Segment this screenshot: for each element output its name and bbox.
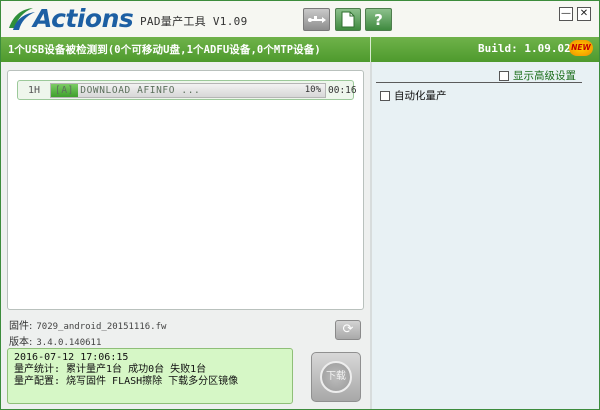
- advanced-settings-label: 显示高级设置: [513, 70, 576, 82]
- version-row: 版本: 3.4.0.140611: [9, 333, 101, 348]
- new-badge: NEW: [569, 40, 593, 56]
- auto-production-option[interactable]: 自动化量产: [380, 88, 447, 103]
- device-port: 1H: [27, 85, 41, 96]
- firmware-row: 固件: 7029_android_20151116.fw: [9, 317, 166, 332]
- settings-panel: 显示高级设置 自动化量产: [372, 62, 599, 409]
- firmware-label: 固件:: [9, 321, 33, 332]
- refresh-button[interactable]: ⟳: [335, 320, 361, 340]
- download-icon: 下载: [320, 361, 352, 393]
- close-button[interactable]: ✕: [577, 7, 591, 21]
- progress-percent: 10%: [304, 85, 321, 95]
- left-panel: 1H [A] DOWNLOAD AFINFO ... 10% 00:16 固件:…: [1, 62, 370, 409]
- log-timestamp: 2016-07-12 17:06:15: [14, 352, 129, 363]
- logo-swoosh-icon: [7, 6, 37, 32]
- app-subtitle: PAD量产工具 V1.09: [140, 15, 248, 28]
- log-panel: 2016-07-12 17:06:15 量产统计: 累计量产1台 成功0台 失败…: [7, 348, 293, 404]
- refresh-icon: ⟳: [342, 322, 354, 337]
- device-summary: 1个USB设备被检测到(0个可移动U盘,1个ADFU设备,0个MTP设备): [8, 44, 321, 56]
- start-download-button[interactable]: 下载: [311, 352, 361, 402]
- title-bar: Actions PAD量产工具 V1.09 ? — ✕: [1, 1, 599, 37]
- logo-text: Actions: [33, 4, 134, 33]
- document-icon: [341, 11, 355, 28]
- device-list: 1H [A] DOWNLOAD AFINFO ... 10% 00:16: [7, 70, 364, 310]
- minimize-button[interactable]: —: [559, 7, 573, 21]
- advanced-settings-toggle[interactable]: 显示高级设置: [499, 68, 576, 83]
- auto-production-checkbox[interactable]: [380, 90, 390, 101]
- version-value: 3.4.0.140611: [36, 338, 102, 348]
- advanced-settings-checkbox[interactable]: [499, 70, 509, 81]
- device-status-bar: 1个USB设备被检测到(0个可移动U盘,1个ADFU设备,0个MTP设备) Bu…: [1, 37, 599, 62]
- elapsed-time: 00:16: [328, 85, 357, 96]
- help-button[interactable]: ?: [365, 8, 392, 31]
- build-version: Build: 1.09.02: [478, 42, 571, 55]
- device-row[interactable]: 1H [A] DOWNLOAD AFINFO ... 10% 00:16: [17, 80, 357, 100]
- status-divider: [370, 37, 371, 62]
- progress-bar: [A] DOWNLOAD AFINFO ... 10%: [50, 83, 326, 98]
- document-button[interactable]: [335, 8, 361, 31]
- task-label: [A] DOWNLOAD AFINFO ...: [55, 85, 201, 96]
- version-label: 版本:: [9, 337, 33, 348]
- usb-icon: [307, 15, 326, 23]
- log-statistics: 量产统计: 累计量产1台 成功0台 失败1台: [14, 364, 207, 375]
- main-window: Actions PAD量产工具 V1.09 ? — ✕ 1个USB设备被检测到(…: [0, 0, 600, 410]
- help-icon: ?: [374, 10, 383, 29]
- log-config: 量产配置: 烧写固件 FLASH擦除 下载多分区镜像: [14, 376, 239, 387]
- firmware-value: 7029_android_20151116.fw: [36, 322, 167, 332]
- usb-button[interactable]: [303, 8, 330, 31]
- settings-divider: [376, 82, 582, 83]
- auto-production-label: 自动化量产: [394, 90, 447, 102]
